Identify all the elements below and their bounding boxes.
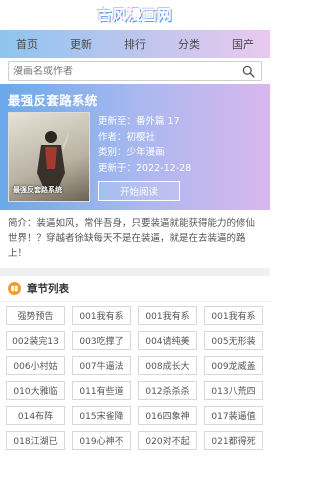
chapter-item[interactable]: 004请纯美 [138,331,197,350]
section-divider [0,268,270,276]
chapter-item[interactable]: 006小村姑 [6,356,65,375]
comic-author: 作者：初樱社 [98,131,156,143]
search-icon[interactable] [242,65,255,78]
chapter-item[interactable]: 012杀杀杀 [138,381,197,400]
comic-title: 最强反套路系统 [8,93,98,108]
chapter-item[interactable]: 015宋雀降 [72,406,131,425]
comic-category: 类别：少年漫画 [98,147,165,158]
chapter-item[interactable]: 强势预告 [6,306,65,325]
comic-summary: 简介：装逼如风，常伴吾身，只要装逼就能获得能力的修仙世界！？穿越者徐缺每天不是在… [8,218,256,259]
chapter-item[interactable]: 002装完13 [6,331,65,350]
chapter-item[interactable]: 001我有系 [138,306,197,325]
comic-detail-panel: 最强反套路系统 最强反套路系统 更新至：番外篇 17 作者：初樱社 类别：少年漫… [0,84,270,210]
chapter-item[interactable]: 018江湖已 [6,431,65,450]
start-reading-button[interactable]: 开始阅读 [98,181,180,201]
chapter-list-title: 章节列表 [27,283,69,295]
cover-title-text: 最强反套路系统 [13,186,62,194]
chapter-item[interactable]: 021都得死 [204,431,263,450]
chapter-item[interactable]: 008成长大 [138,356,197,375]
chapter-item[interactable]: 020对不起 [138,431,197,450]
nav-item-ranking[interactable]: 排行 [124,36,146,52]
comic-info: 更新至：番外篇 17 作者：初樱社 类别：少年漫画 更新于：2022-12-28 [98,114,191,176]
chapter-item[interactable]: 009龙威盖 [204,356,263,375]
nav-item-domestic[interactable]: 国产 [232,36,254,52]
update-date: 更新于：2022-12-28 [98,162,192,174]
book-icon [8,282,21,295]
chapter-item[interactable]: 013八荒四 [204,381,263,400]
nav-item-categories[interactable]: 分类 [178,36,200,52]
chapter-grid: 强势预告 001我有系 001我有系 001我有系 002装完13 003吃撑了… [0,302,270,450]
chapter-list-header: 章节列表 [0,276,270,302]
chapter-item[interactable]: 003吃撑了 [72,331,131,350]
chapter-item[interactable]: 005无形装 [204,331,263,350]
chapter-item[interactable]: 011有些道 [72,381,131,400]
search-input[interactable] [13,65,233,77]
nav-item-updates[interactable]: 更新 [70,36,92,52]
chapter-item[interactable]: 001我有系 [72,306,131,325]
chapter-item[interactable]: 014布阵 [6,406,65,425]
cover-figure-illustration [37,131,69,191]
main-nav: 首页 更新 排行 分类 国产 [0,30,270,58]
search-box [8,61,262,81]
chapter-item[interactable]: 016四象神 [138,406,197,425]
site-logo[interactable]: 古风漫画网 [97,5,173,25]
chapter-item[interactable]: 001我有系 [204,306,263,325]
chapter-item[interactable]: 007牛逼法 [72,356,131,375]
chapter-item[interactable]: 017装逼值 [204,406,263,425]
search-bar [0,58,270,84]
chapter-item[interactable]: 010大雅临 [6,381,65,400]
chapter-item[interactable]: 019心神不 [72,431,131,450]
site-header: 古风漫画网 [0,0,270,30]
nav-item-home[interactable]: 首页 [16,36,38,52]
latest-chapter[interactable]: 更新至：番外篇 17 [98,114,191,130]
comic-cover[interactable]: 最强反套路系统 [8,112,90,202]
